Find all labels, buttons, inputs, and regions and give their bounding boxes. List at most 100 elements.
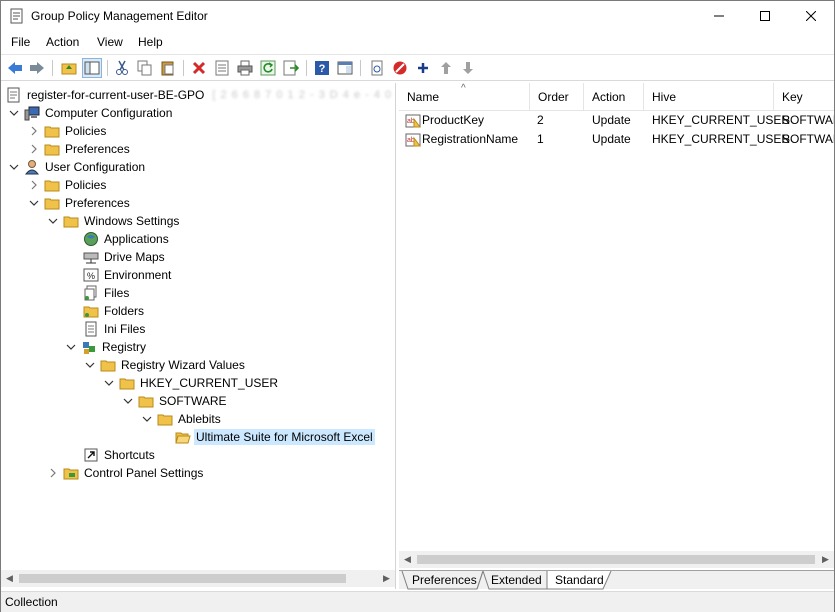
chevron-down-icon[interactable] — [122, 395, 134, 407]
chevron-right-icon[interactable] — [28, 143, 40, 155]
tree-item-windows-settings[interactable]: Windows Settings — [47, 212, 181, 230]
tree-label: Drive Maps — [104, 250, 165, 264]
tree-item-folders[interactable]: Folders — [83, 302, 146, 320]
chevron-down-icon[interactable] — [141, 413, 153, 425]
tree-item-environment[interactable]: % Environment — [83, 266, 173, 284]
app-icon — [10, 8, 24, 24]
column-header-key[interactable]: Key — [774, 83, 834, 111]
chevron-down-icon[interactable] — [8, 107, 20, 119]
tree-item-computer-configuration[interactable]: Computer Configuration — [8, 104, 174, 122]
column-label: Action — [592, 90, 626, 104]
menu-file[interactable]: File — [11, 35, 30, 49]
tree-label: Windows Settings — [84, 214, 180, 228]
tree-item-ablebits[interactable]: Ablebits — [141, 410, 223, 428]
tree-horizontal-scrollbar[interactable]: ◀ ▶ — [1, 570, 395, 587]
minimize-button[interactable] — [696, 1, 742, 31]
show-action-pane-icon[interactable] — [335, 58, 355, 78]
tree-item-ini-files[interactable]: Ini Files — [83, 320, 147, 338]
tree-item-hkey-current-user[interactable]: HKEY_CURRENT_USER — [103, 374, 280, 392]
close-button[interactable] — [788, 1, 834, 31]
show-hide-tree-icon[interactable] — [82, 58, 102, 78]
scroll-thumb[interactable] — [417, 555, 815, 564]
column-header-name[interactable]: Name — [399, 83, 530, 111]
tree-item-computer-preferences[interactable]: Preferences — [28, 140, 132, 158]
column-header-order[interactable]: Order — [530, 83, 584, 111]
copy-icon[interactable] — [135, 58, 155, 78]
column-label: Order — [538, 90, 569, 104]
details-list-pane: ^ Name Order Action Hive Key ab ProductKe… — [399, 83, 834, 589]
up-folder-icon[interactable] — [59, 58, 79, 78]
tab-standard[interactable]: Standard — [555, 571, 604, 589]
new-document-icon[interactable] — [367, 58, 387, 78]
tree-item-drive-maps[interactable]: Drive Maps — [83, 248, 167, 266]
list-row[interactable]: ab RegistrationName 1 Update HKEY_CURRENT… — [399, 130, 834, 149]
toolbar-separator — [52, 60, 53, 76]
chevron-down-icon[interactable] — [84, 359, 96, 371]
chevron-right-icon[interactable] — [28, 125, 40, 137]
tree-label: Shortcuts — [104, 448, 155, 462]
column-header-action[interactable]: Action — [584, 83, 644, 111]
tree-item-registry-wizard-values[interactable]: Registry Wizard Values — [84, 356, 247, 374]
cut-icon[interactable] — [112, 58, 132, 78]
tree-item-files[interactable]: Files — [83, 284, 131, 302]
scroll-right-arrow-icon[interactable]: ▶ — [378, 570, 395, 587]
export-list-icon[interactable] — [281, 58, 301, 78]
chevron-down-icon[interactable] — [47, 215, 59, 227]
menu-view[interactable]: View — [97, 35, 123, 49]
tree-item-user-preferences[interactable]: Preferences — [28, 194, 132, 212]
refresh-icon[interactable] — [258, 58, 278, 78]
tree-item-control-panel-settings[interactable]: Control Panel Settings — [47, 464, 205, 482]
folders-icon — [83, 303, 99, 319]
tree-item-ultimate-suite[interactable]: Ultimate Suite for Microsoft Excel — [175, 428, 375, 446]
menu-action[interactable]: Action — [46, 35, 79, 49]
tree-item-applications[interactable]: Applications — [83, 230, 171, 248]
menu-help[interactable]: Help — [138, 35, 163, 49]
properties-icon[interactable] — [212, 58, 232, 78]
tree-item-software[interactable]: SOFTWARE — [122, 392, 229, 410]
delete-icon[interactable] — [189, 58, 209, 78]
tree-item-registry[interactable]: Registry — [65, 338, 148, 356]
scroll-thumb[interactable] — [19, 574, 346, 583]
add-icon[interactable] — [413, 58, 433, 78]
paste-icon[interactable] — [158, 58, 178, 78]
folder-icon — [157, 411, 173, 427]
back-arrow-icon[interactable] — [5, 58, 25, 78]
print-icon[interactable] — [235, 58, 255, 78]
registry-icon — [81, 339, 97, 355]
chevron-down-icon[interactable] — [103, 377, 115, 389]
toolbar-separator — [306, 60, 307, 76]
list-horizontal-scrollbar[interactable]: ◀ ▶ — [399, 551, 834, 568]
tree-label: Computer Configuration — [45, 106, 173, 120]
tree-item-computer-policies[interactable]: Policies — [28, 122, 108, 140]
tree-item-user-configuration[interactable]: User Configuration — [8, 158, 147, 176]
console-tree-pane: register-for-current-user-BE-GPO [ 2 6 6… — [1, 83, 396, 589]
scroll-right-arrow-icon[interactable]: ▶ — [817, 551, 834, 568]
tab-preferences[interactable]: Preferences — [412, 571, 477, 589]
scroll-left-arrow-icon[interactable]: ◀ — [1, 570, 18, 587]
chevron-down-icon[interactable] — [8, 161, 20, 173]
scroll-left-arrow-icon[interactable]: ◀ — [399, 551, 416, 568]
chevron-down-icon[interactable] — [65, 341, 77, 353]
tab-extended[interactable]: Extended — [491, 571, 542, 589]
tree-item-user-policies[interactable]: Policies — [28, 176, 108, 194]
chevron-right-icon[interactable] — [28, 179, 40, 191]
maximize-button[interactable] — [742, 1, 788, 31]
toolbar-separator — [360, 60, 361, 76]
column-header-hive[interactable]: Hive — [644, 83, 774, 111]
tree-root-gpo[interactable]: register-for-current-user-BE-GPO [ 2 6 6… — [6, 86, 395, 104]
move-up-icon[interactable] — [436, 58, 456, 78]
chevron-down-icon[interactable] — [28, 197, 40, 209]
tree-label: Registry Wizard Values — [121, 358, 245, 372]
tree-item-shortcuts[interactable]: Shortcuts — [83, 446, 157, 464]
move-down-icon[interactable] — [458, 58, 478, 78]
stop-icon[interactable] — [390, 58, 410, 78]
help-icon[interactable]: ? — [312, 58, 332, 78]
folder-icon — [119, 375, 135, 391]
cell-order: 2 — [537, 113, 544, 127]
chevron-right-icon[interactable] — [47, 467, 59, 479]
list-row[interactable]: ab ProductKey 2 Update HKEY_CURRENT_USER … — [399, 111, 834, 130]
value-name: ProductKey — [422, 113, 485, 128]
tree-label: Policies — [65, 178, 107, 192]
forward-arrow-icon[interactable] — [27, 58, 47, 78]
cell-key: SOFTWARE — [782, 132, 834, 146]
